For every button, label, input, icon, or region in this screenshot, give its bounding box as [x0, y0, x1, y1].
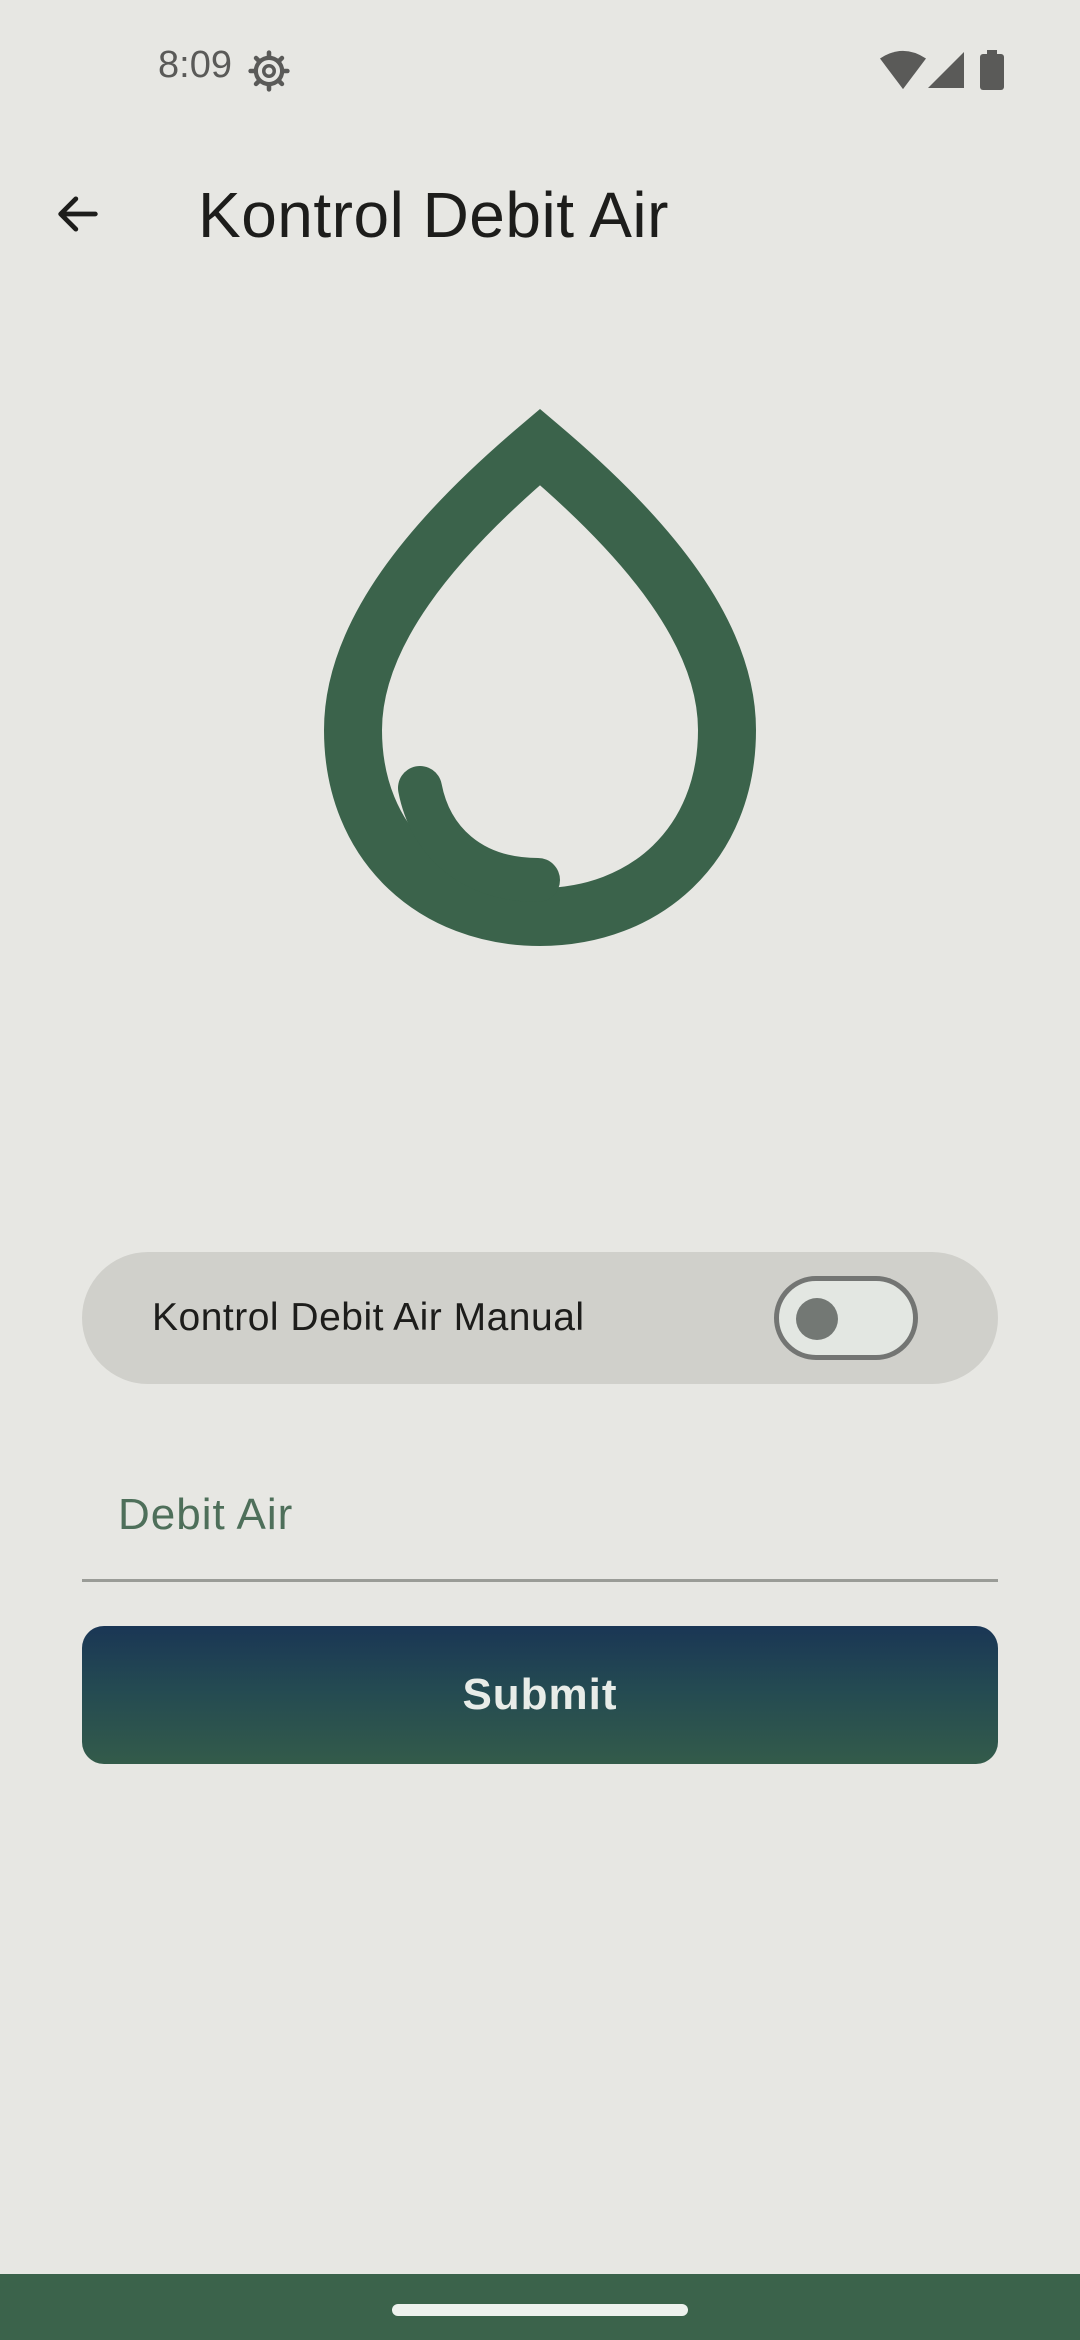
home-gesture-handle[interactable] — [392, 2304, 688, 2316]
app-bar: Kontrol Debit Air — [0, 140, 1080, 280]
debit-air-field — [82, 1440, 998, 1582]
signal-icon — [928, 52, 964, 88]
submit-label: Submit — [462, 1670, 618, 1719]
arrow-left-icon — [58, 196, 98, 232]
battery-icon — [980, 50, 1004, 90]
manual-control-card: Kontrol Debit Air Manual — [82, 1252, 998, 1384]
submit-button[interactable]: Submit — [82, 1626, 998, 1764]
navigation-bar — [0, 2274, 1080, 2340]
manual-control-label: Kontrol Debit Air Manual — [152, 1296, 585, 1339]
back-button[interactable] — [38, 174, 118, 254]
debit-air-input[interactable] — [118, 1480, 958, 1550]
screen: 8:09 Kontrol Debit Air Kontrol Debit Air… — [0, 0, 1080, 2340]
status-time: 8:09 — [158, 44, 232, 86]
switch-knob — [796, 1298, 838, 1340]
water-drop-icon — [323, 409, 757, 947]
gear-icon — [248, 50, 290, 92]
status-bar: 8:09 — [0, 0, 1080, 140]
manual-control-switch[interactable] — [774, 1276, 918, 1360]
wifi-icon — [880, 50, 926, 90]
page-title: Kontrol Debit Air — [198, 179, 669, 251]
